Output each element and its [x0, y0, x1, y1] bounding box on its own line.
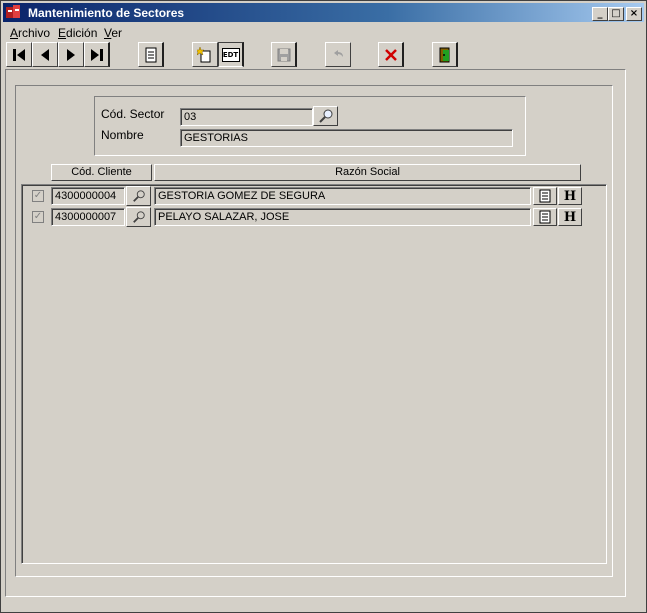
title-bar[interactable]: Mantenimiento de Sectores _ □ × — [3, 3, 644, 22]
codigo-cliente-field[interactable]: 4300000007 — [51, 208, 125, 226]
razon-social-field[interactable]: PELAYO SALAZAR, JOSE — [154, 208, 531, 226]
exit-button[interactable] — [432, 42, 458, 67]
nombre-field[interactable]: GESTORIAS — [180, 129, 513, 147]
undo-button[interactable] — [325, 42, 351, 67]
notes-icon — [539, 189, 551, 203]
menu-archivo-rest: rchivo — [18, 26, 51, 40]
row-history-button[interactable]: H — [558, 208, 582, 226]
menu-ver-rest: er — [111, 26, 123, 40]
clients-grid: ✓ 4300000004 GESTORIA GOMEZ DE SEGURA H … — [21, 184, 607, 564]
sector-header-group — [94, 96, 526, 156]
save-record-button[interactable] — [271, 42, 297, 67]
next-record-icon — [67, 48, 75, 61]
minimize-button[interactable]: _ — [592, 7, 608, 21]
last-record-button[interactable] — [84, 42, 110, 67]
toolbar: EDT — [3, 42, 644, 68]
sector-lookup-button[interactable] — [313, 106, 338, 126]
list-view-button[interactable] — [138, 42, 164, 67]
menu-edicion-rest: dición — [66, 26, 98, 40]
last-record-icon — [90, 48, 103, 61]
table-row[interactable]: ✓ 4300000007 PELAYO SALAZAR, JOSE H — [22, 207, 608, 227]
edit-record-button[interactable]: EDT — [218, 42, 244, 67]
menu-ver[interactable]: Ver — [104, 26, 122, 40]
table-row[interactable]: ✓ 4300000004 GESTORIA GOMEZ DE SEGURA H — [22, 186, 608, 206]
codigo-sector-field[interactable]: 03 — [180, 108, 313, 126]
exit-door-icon — [439, 47, 449, 62]
menu-edicion-mnemonic: E — [58, 26, 67, 40]
menu-bar: Archivo Edición Ver — [3, 24, 644, 42]
save-disk-icon — [277, 48, 290, 61]
row-checkbox[interactable]: ✓ — [32, 190, 44, 202]
delete-record-button[interactable] — [378, 42, 404, 67]
undo-icon — [334, 49, 343, 57]
delete-x-icon — [384, 48, 397, 61]
menu-archivo[interactable]: Archivo — [10, 26, 50, 40]
maximize-button[interactable]: □ — [608, 7, 624, 21]
edit-icon: EDT — [221, 47, 240, 62]
window-title: Mantenimiento de Sectores — [28, 6, 185, 20]
nombre-label: Nombre — [101, 128, 144, 142]
first-record-button[interactable] — [6, 42, 32, 67]
row-checkbox[interactable]: ✓ — [32, 211, 44, 223]
row-notes-button[interactable] — [533, 187, 557, 205]
magnifier-icon — [132, 211, 145, 223]
cliente-lookup-button[interactable] — [126, 207, 151, 227]
main-window: Mantenimiento de Sectores _ □ × Archivo … — [0, 0, 647, 613]
col-header-codigo-cliente[interactable]: Cód. Cliente — [51, 164, 152, 181]
new-record-button[interactable] — [192, 42, 218, 67]
codigo-cliente-field[interactable]: 4300000004 — [51, 187, 125, 205]
list-view-icon — [145, 47, 156, 62]
row-history-button[interactable]: H — [558, 187, 582, 205]
col-header-razon-social[interactable]: Razón Social — [154, 164, 581, 181]
menu-edicion[interactable]: Edición — [58, 26, 97, 40]
magnifier-icon — [132, 190, 145, 202]
close-window-button[interactable]: × — [626, 7, 642, 21]
codigo-sector-label: Cód. Sector — [101, 107, 165, 121]
notes-icon — [539, 210, 551, 224]
first-record-icon — [13, 48, 25, 61]
magnifier-icon — [318, 109, 332, 123]
previous-record-icon — [41, 48, 49, 61]
previous-record-button[interactable] — [32, 42, 58, 67]
cliente-lookup-button[interactable] — [126, 186, 151, 206]
razon-social-field[interactable]: GESTORIA GOMEZ DE SEGURA — [154, 187, 531, 205]
menu-archivo-mnemonic: A — [10, 26, 19, 40]
row-notes-button[interactable] — [533, 208, 557, 226]
app-icon — [6, 5, 20, 18]
new-document-icon — [197, 46, 211, 62]
next-record-button[interactable] — [58, 42, 84, 67]
